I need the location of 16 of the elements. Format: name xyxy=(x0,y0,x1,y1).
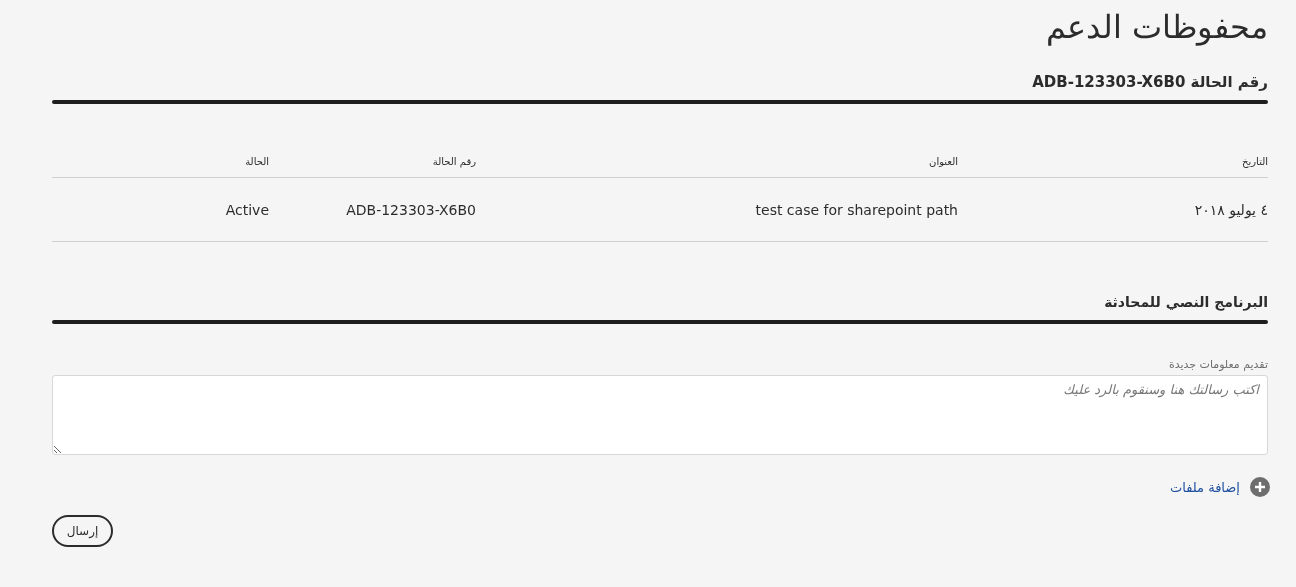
table-cell: ADB-123303-X6B0 xyxy=(346,201,476,218)
add-files-link[interactable]: إضافة ملفات xyxy=(1170,477,1270,497)
page-title: محفوظات الدعم xyxy=(1045,7,1268,48)
column-header: الحالة xyxy=(245,156,269,167)
table-cell: Active xyxy=(225,201,269,218)
table-cell: ٤ يوليو ٢٠١٨ xyxy=(1194,201,1268,218)
case-number-heading: رقم الحالة ADB-123303-X6B0 xyxy=(1032,72,1268,92)
column-header: رقم الحالة xyxy=(432,156,476,167)
column-header: العنوان xyxy=(929,156,958,167)
section-heading: البرنامج النصي للمحادثة xyxy=(1104,293,1268,312)
send-button[interactable]: إرسال xyxy=(52,515,113,547)
table-cell: test case for sharepoint path xyxy=(755,201,958,218)
field-label: تقديم معلومات جديدة xyxy=(1168,358,1268,371)
plus-icon xyxy=(1250,477,1270,497)
column-header: التاريخ xyxy=(1242,156,1268,167)
message-field[interactable]: اكتب رسالتك هنا وسنقوم بالرد عليك xyxy=(52,375,1268,455)
